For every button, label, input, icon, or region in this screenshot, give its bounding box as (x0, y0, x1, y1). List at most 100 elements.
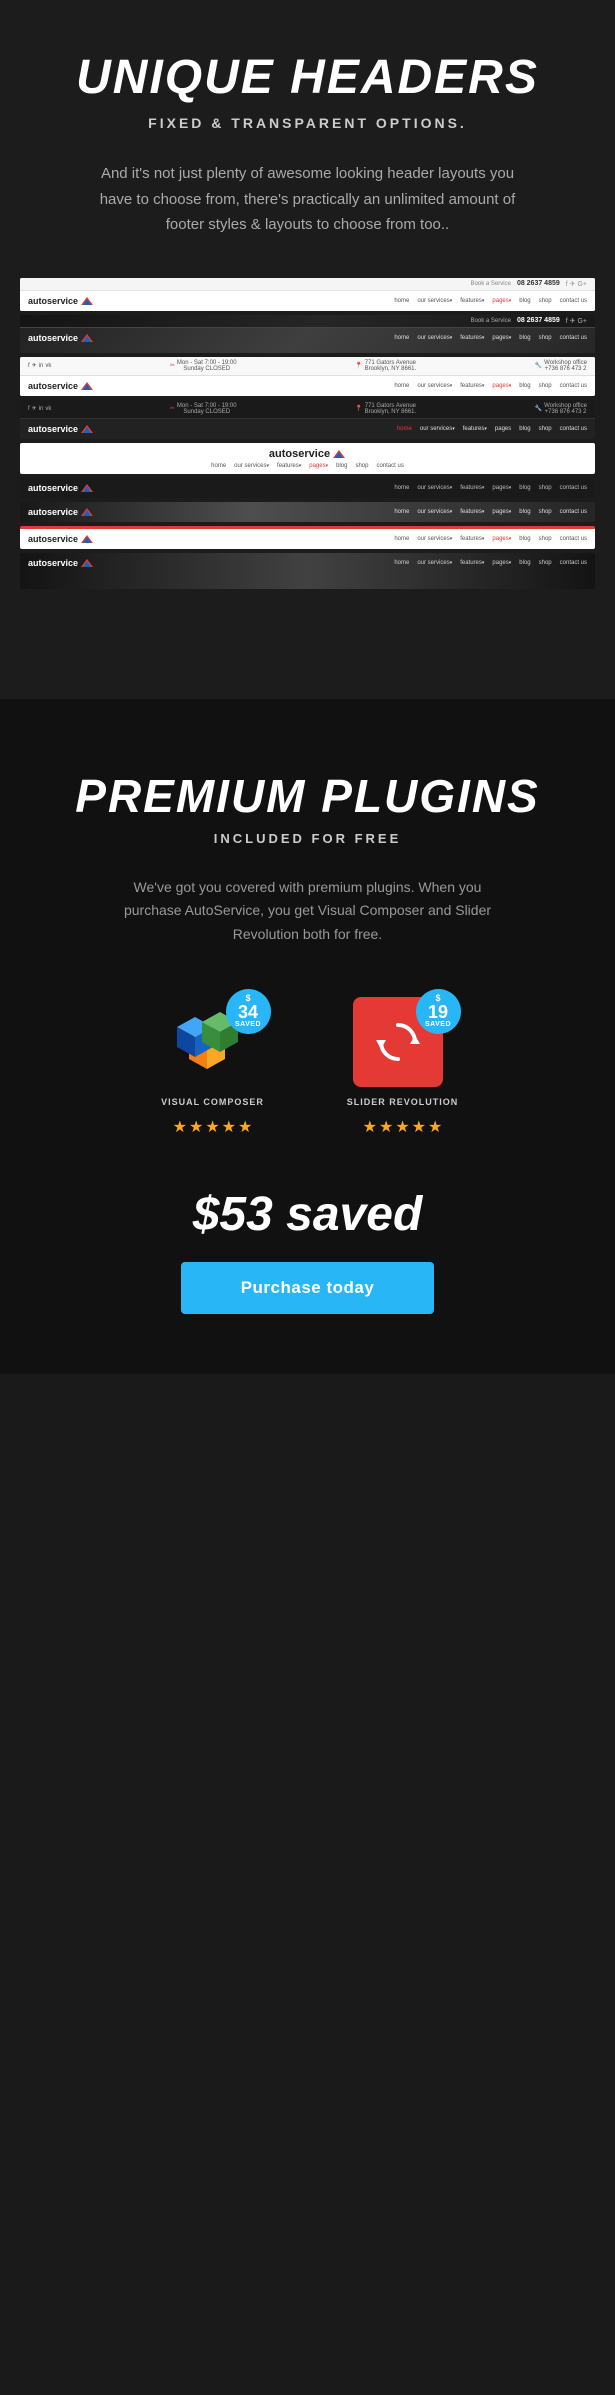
workshop-text: Workshop office+736 876 473 2 (544, 360, 587, 372)
social-links-3: f ✈ in vk (28, 362, 51, 369)
vc-star-3: ★ (205, 1117, 219, 1137)
header-preview-8: autoservice home our services features p… (20, 526, 595, 549)
menu-pages-2: pages (492, 335, 511, 341)
workshop-icon: 🔧 (535, 362, 542, 369)
menu-features-4: features (463, 426, 487, 432)
menu-services-2: our services (417, 335, 452, 341)
menu-home-4: home (397, 426, 412, 432)
scissors-icon: ✂ (170, 362, 175, 369)
header-preview-3: f ✈ in vk ✂ Mon - Sat 7:00 - 19:00Sunday… (20, 357, 595, 396)
nav-4: autoservice home our services features p… (20, 419, 595, 439)
logo-1: autoservice (28, 296, 94, 306)
social-vk-4: vk (45, 406, 51, 412)
menu-contact-7: contact us (560, 509, 587, 515)
logo-6: autoservice (28, 483, 94, 493)
social-vk: vk (45, 363, 51, 369)
menu-home: home (394, 298, 409, 304)
top-bar-1: Book a Service 08 2637 4859 f ✈ G+ (20, 278, 595, 291)
social-f: f (28, 363, 30, 369)
menu-shop-9: shop (539, 560, 552, 566)
logo-7: autoservice (28, 507, 94, 517)
vc-star-1: ★ (173, 1117, 187, 1137)
menu-shop-8: shop (539, 536, 552, 542)
menu-contact-5: contact us (376, 463, 403, 469)
menu-contact-2: contact us (560, 335, 587, 341)
logo-icon-6 (80, 483, 94, 493)
vc-plugin-name: VISUAL COMPOSER (161, 1097, 264, 1107)
logo-icon (80, 296, 94, 306)
workshop-info-4: 🔧 Workshop office+736 876 473 2 (535, 403, 587, 415)
vc-saved-label: SAVED (235, 1021, 261, 1028)
workshop-icon-4: 🔧 (535, 405, 542, 412)
hours-info-4: ✂ Mon - Sat 7:00 - 19:00Sunday CLOSED (170, 403, 237, 415)
nav-9: autoservice home our services features p… (20, 553, 595, 573)
menu-services-8: our services (417, 536, 452, 542)
vc-icon-wrap: $ 34 SAVED (163, 997, 263, 1087)
social-in: in (39, 363, 44, 369)
menu-home-8: home (394, 536, 409, 542)
sr-star-5: ★ (428, 1117, 442, 1137)
logo-icon-5 (332, 449, 346, 459)
logo-2: autoservice (28, 333, 94, 343)
menu-pages-6: pages (492, 485, 511, 491)
plugin-card-sr: $ 19 SAVED SLIDER REVOLUTION ★ ★ ★ ★ ★ (328, 997, 478, 1137)
top-bar-2: Book a Service 08 2637 4859 f ✈ G+ (20, 315, 595, 328)
header-previews-container: Book a Service 08 2637 4859 f ✈ G+ autos… (20, 278, 595, 589)
address-text: 771 Gators AvenueBrooklyn, NY 8661. (365, 360, 417, 372)
social-links-4: f ✈ in vk (28, 405, 51, 412)
header-preview-2: Book a Service 08 2637 4859 f ✈ G+ autos… (20, 315, 595, 353)
social-icons: f ✈ G+ (566, 280, 587, 288)
phone-number: 08 2637 4859 (517, 280, 560, 287)
menu-pages: pages (492, 298, 511, 304)
menu-3: home our services features pages blog sh… (394, 383, 587, 389)
vc-stars: ★ ★ ★ ★ ★ (173, 1117, 253, 1137)
menu-blog-4: blog (519, 426, 530, 432)
plugins-description: We've got you covered with premium plugi… (118, 876, 498, 947)
menu-contact-4: contact us (560, 426, 587, 432)
logo-9: autoservice (28, 558, 94, 568)
sr-icon-wrap: $ 19 SAVED (353, 997, 453, 1087)
header-preview-9: autoservice home our services features p… (20, 553, 595, 589)
section-title: UNIQUE HEADERS (20, 50, 595, 105)
menu-blog-3: blog (519, 383, 530, 389)
social-t: ✈ (32, 362, 37, 369)
menu-shop-4: shop (539, 426, 552, 432)
logo-4: autoservice (28, 424, 94, 434)
sr-star-3: ★ (395, 1117, 409, 1137)
menu-services-3: our services (417, 383, 452, 389)
logo-icon-7 (80, 507, 94, 517)
nav-6: autoservice home our services features p… (20, 478, 595, 498)
logo-icon-3 (80, 381, 94, 391)
vc-savings-badge: $ 34 SAVED (226, 989, 271, 1034)
purchase-button[interactable]: Purchase today (181, 1262, 435, 1314)
hours-info: ✂ Mon - Sat 7:00 - 19:00Sunday CLOSED (170, 360, 237, 372)
menu-features-7: features (460, 509, 484, 515)
menu-services: our services (417, 298, 452, 304)
address-info: 📍 771 Gators AvenueBrooklyn, NY 8661. (355, 360, 416, 372)
nav-1: autoservice home our services features p… (20, 291, 595, 311)
logo-icon-8 (80, 534, 94, 544)
menu-home-7: home (394, 509, 409, 515)
menu-home-3: home (394, 383, 409, 389)
sr-savings-amount: 19 (428, 1003, 448, 1021)
section-subtitle: FIXED & TRANSPARENT OPTIONS. (20, 115, 595, 131)
logo-8: autoservice (28, 534, 94, 544)
social-f-4: f (28, 406, 30, 412)
plugins-subtitle: INCLUDED FOR FREE (20, 831, 595, 846)
menu-services-7: our services (417, 509, 452, 515)
menu-blog-5: blog (336, 463, 347, 469)
menu-blog-9: blog (519, 560, 530, 566)
nav-7: autoservice home our services features p… (20, 502, 595, 522)
menu-pages-9: pages (492, 560, 511, 566)
menu-blog-8: blog (519, 536, 530, 542)
section-description: And it's not just plenty of awesome look… (98, 161, 518, 238)
vc-savings-amount: 34 (238, 1003, 258, 1021)
menu-blog-7: blog (519, 509, 530, 515)
menu-pages-3: pages (492, 383, 511, 389)
menu-shop-3: shop (539, 383, 552, 389)
social-in-4: in (39, 406, 44, 412)
menu-contact-6: contact us (560, 485, 587, 491)
sr-stars: ★ ★ ★ ★ ★ (363, 1117, 443, 1137)
sr-icon-svg (373, 1017, 423, 1067)
menu-blog: blog (519, 298, 530, 304)
